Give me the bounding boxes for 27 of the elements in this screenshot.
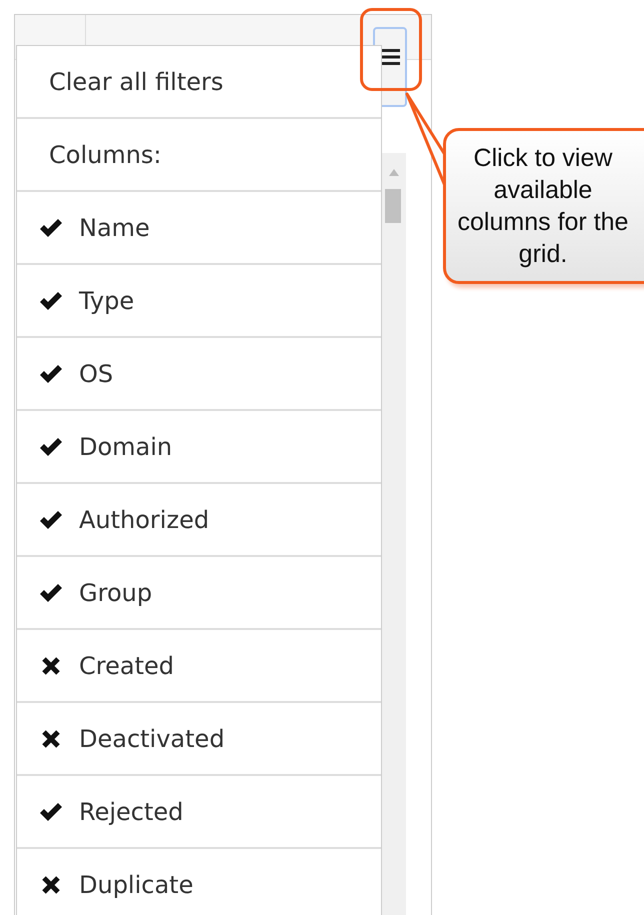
column-toggle-item[interactable]: Group: [17, 557, 381, 630]
column-label: Name: [79, 214, 150, 242]
column-label: Duplicate: [79, 870, 194, 898]
column-toggle-item[interactable]: Rejected: [17, 776, 381, 849]
column-label: Created: [79, 652, 174, 680]
column-toggle-item[interactable]: Domain: [17, 411, 381, 484]
column-toggle-item[interactable]: Name: [17, 192, 381, 265]
scroll-thumb[interactable]: [385, 189, 401, 223]
column-toggle-item[interactable]: Created: [17, 630, 381, 703]
column-toggle-item[interactable]: Authorized: [17, 484, 381, 557]
column-toggle-item[interactable]: Type: [17, 265, 381, 338]
column-label: Deactivated: [79, 724, 225, 752]
column-toggle-item[interactable]: Duplicate: [17, 849, 381, 915]
column-label: Authorized: [79, 506, 210, 534]
clear-filters-item[interactable]: Clear all filters: [17, 46, 381, 119]
column-label: Rejected: [79, 798, 184, 826]
scrollbar[interactable]: [381, 153, 406, 915]
menu-section-label: Columns:: [17, 119, 381, 192]
column-label: Group: [79, 578, 152, 606]
column-toggle-item[interactable]: OS: [17, 338, 381, 411]
scroll-up-icon[interactable]: [389, 169, 399, 176]
column-label: Domain: [79, 432, 172, 460]
menu-icon: [380, 49, 400, 65]
callout-text: Click to view available columns for the grid.: [456, 143, 630, 270]
column-label: Type: [79, 286, 134, 314]
column-toggle-item[interactable]: Deactivated: [17, 703, 381, 776]
column-label: OS: [79, 360, 114, 388]
